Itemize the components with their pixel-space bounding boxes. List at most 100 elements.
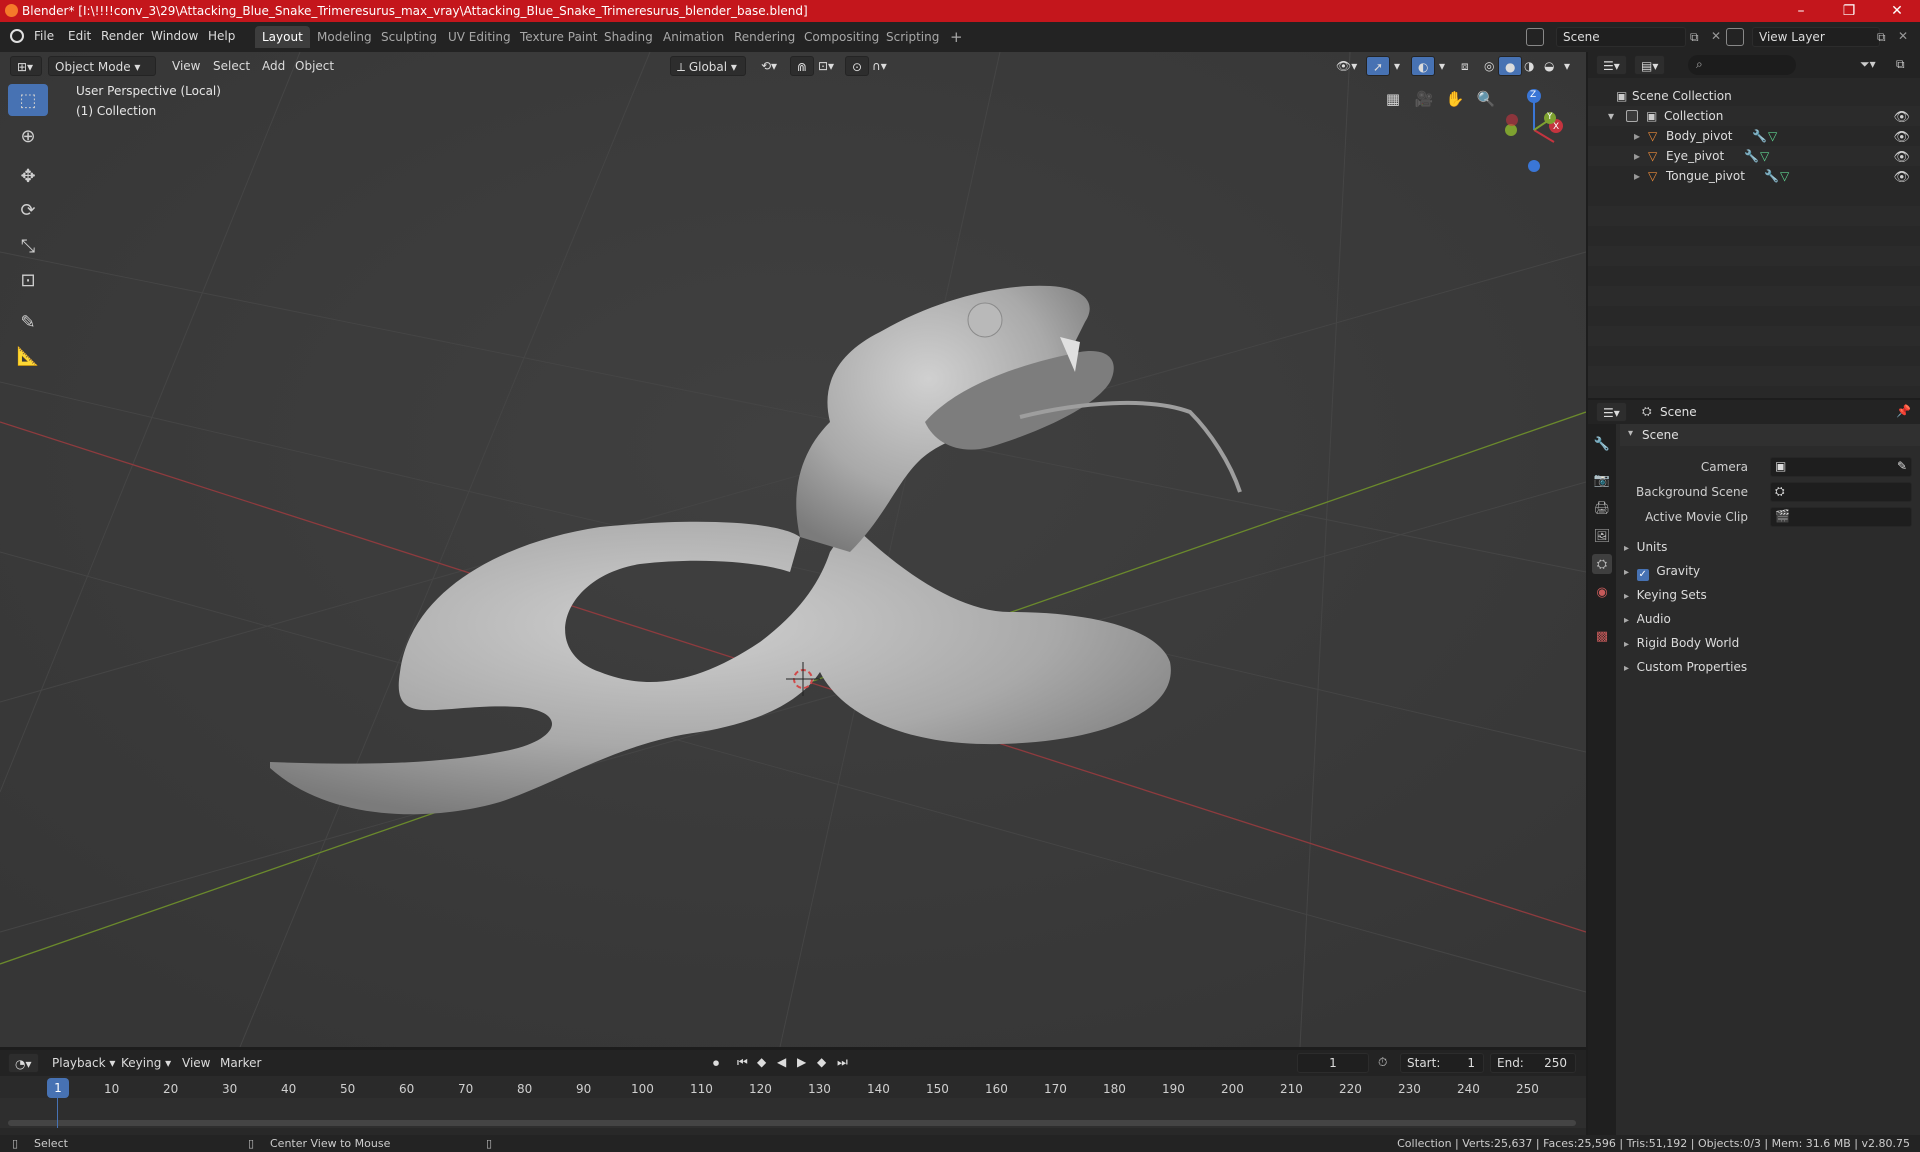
menu-marker[interactable]: Marker — [214, 1053, 267, 1073]
menu-view[interactable]: View — [166, 56, 206, 76]
menu-window[interactable]: Window — [151, 29, 198, 43]
menu-render[interactable]: Render — [101, 29, 144, 43]
tool-tab-icon[interactable]: 🔧 — [1592, 434, 1612, 454]
measure-tool-icon[interactable]: 📐 — [8, 340, 48, 372]
menu-object[interactable]: Object — [289, 56, 340, 76]
move-tool-icon[interactable]: ✥ — [8, 160, 48, 192]
zoom-icon[interactable]: 🔍 — [1473, 86, 1499, 112]
tab-sculpting[interactable]: Sculpting — [374, 26, 444, 48]
falloff-icon[interactable]: ∩▾ — [866, 56, 893, 76]
menu-file[interactable]: File — [34, 29, 54, 43]
tab-compositing[interactable]: Compositing — [797, 26, 886, 48]
view-layer-name-field[interactable]: View Layer — [1752, 27, 1880, 47]
scene-tab-icon[interactable]: ⛭ — [1592, 554, 1612, 574]
tab-modeling[interactable]: Modeling — [310, 26, 379, 48]
outliner-row-object[interactable]: ▸ ▽ Body_pivot 🔧 ▽ 👁 — [1588, 126, 1920, 146]
mode-selector[interactable]: Object Mode ▾ — [48, 56, 156, 76]
outliner-row-scene-collection[interactable]: ▣ Scene Collection — [1588, 86, 1920, 106]
filter-icon[interactable]: ⏷▾ — [1860, 57, 1876, 72]
menu-keying[interactable]: Keying ▾ — [115, 1053, 177, 1073]
close-button[interactable]: ✕ — [1874, 0, 1920, 22]
prev-keyframe-icon[interactable]: ◆ — [757, 1055, 766, 1069]
outliner-row-collection[interactable]: ▾ ▣ Collection 👁 — [1588, 106, 1920, 126]
outliner-editor-type-icon[interactable]: ☰▾ — [1596, 55, 1627, 75]
view-layer-tab-icon[interactable]: 🖼 — [1592, 526, 1612, 546]
camera-view-icon[interactable]: 🎥 — [1411, 86, 1437, 112]
new-collection-icon[interactable]: ⧉ — [1896, 57, 1905, 72]
scale-tool-icon[interactable]: ⤡ — [8, 230, 48, 262]
start-frame-field[interactable]: Start: 1 — [1400, 1053, 1484, 1073]
eyedropper-icon[interactable]: ✎ — [1897, 459, 1907, 473]
display-mode-icon[interactable]: ▤▾ — [1634, 55, 1666, 75]
transform-tool-icon[interactable]: ⊡ — [8, 264, 48, 296]
section-keying-sets[interactable]: ▸ Keying Sets — [1624, 588, 1707, 602]
pan-hand-icon[interactable]: ✋ — [1442, 86, 1468, 112]
tab-layout[interactable]: Layout — [255, 26, 310, 48]
shading-dropdown-icon[interactable]: ▾ — [1558, 56, 1576, 76]
3d-viewport[interactable]: User Perspective (Local) (1) Collection … — [0, 52, 1586, 1047]
section-audio[interactable]: ▸ Audio — [1624, 612, 1671, 626]
overlay-dropdown-icon[interactable]: ▾ — [1433, 56, 1451, 76]
snap-target-icon[interactable]: ⊡▾ — [812, 56, 840, 76]
expand-object-icon[interactable]: ▸ — [1634, 126, 1640, 146]
next-keyframe-icon[interactable]: ◆ — [817, 1055, 826, 1069]
delete-scene-icon[interactable]: ✕ — [1711, 29, 1721, 43]
render-tab-icon[interactable]: 📷 — [1592, 470, 1612, 490]
delete-view-layer-icon[interactable]: ✕ — [1898, 29, 1908, 43]
camera-field[interactable]: ▣ ✎ — [1770, 457, 1912, 477]
world-tab-icon[interactable]: ◉ — [1592, 582, 1612, 602]
outliner-row-object[interactable]: ▸ ▽ Eye_pivot 🔧 ▽ 👁 — [1588, 146, 1920, 166]
visibility-icon[interactable]: 👁▾ — [1330, 56, 1363, 76]
menu-playback[interactable]: Playback ▾ — [46, 1053, 121, 1073]
rotate-tool-icon[interactable]: ⟳ — [8, 194, 48, 226]
object-visibility-eye-icon[interactable]: 👁 — [1893, 148, 1910, 168]
blender-menu-icon[interactable] — [10, 29, 24, 43]
scene-panel-header[interactable]: ▾ Scene — [1620, 424, 1920, 446]
menu-edit[interactable]: Edit — [68, 29, 91, 43]
transform-orientation-dropdown[interactable]: ⟂ Global ▾ — [670, 56, 746, 76]
cursor-tool-icon[interactable]: ⊕ — [8, 120, 48, 152]
tab-texture-paint[interactable]: Texture Paint — [513, 26, 604, 48]
play-icon[interactable]: ▶ — [797, 1055, 806, 1069]
properties-editor-type-icon[interactable]: ☰▾ — [1596, 402, 1627, 422]
background-scene-field[interactable]: ⛭ — [1770, 482, 1912, 502]
snap-toggle-icon[interactable]: ⋒ — [790, 56, 815, 76]
gizmo-toggle-icon[interactable]: ➚ — [1366, 56, 1391, 76]
scene-browse-icon[interactable] — [1526, 28, 1544, 46]
outliner-row-object[interactable]: ▸ ▽ Tongue_pivot 🔧 ▽ 👁 — [1588, 166, 1920, 186]
record-button-icon[interactable]: ⏺ — [713, 1056, 719, 1071]
view-layer-browse-icon[interactable] — [1726, 28, 1744, 46]
play-reverse-icon[interactable]: ◀ — [777, 1055, 786, 1069]
pin-icon[interactable]: 📌 — [1896, 404, 1911, 418]
jump-start-icon[interactable]: ⏮ — [737, 1055, 748, 1070]
tab-shading[interactable]: Shading — [597, 26, 660, 48]
menu-help[interactable]: Help — [208, 29, 235, 43]
timeline-scrollbar[interactable] — [8, 1120, 1576, 1126]
maximize-button[interactable]: ❐ — [1826, 0, 1872, 22]
texture-tab-icon[interactable]: ▩ — [1592, 626, 1612, 646]
gizmo-dropdown-icon[interactable]: ▾ — [1388, 56, 1406, 76]
active-movie-clip-field[interactable]: 🎬 — [1770, 507, 1912, 527]
navigation-gizmo[interactable] — [1500, 82, 1586, 192]
minimize-button[interactable]: – — [1778, 0, 1824, 22]
object-visibility-eye-icon[interactable]: 👁 — [1893, 128, 1910, 148]
add-workspace-button[interactable]: + — [943, 26, 970, 48]
section-custom-properties[interactable]: ▸ Custom Properties — [1624, 660, 1747, 674]
new-view-layer-icon[interactable]: ⧉ — [1877, 30, 1886, 45]
expand-collection-icon[interactable]: ▾ — [1608, 106, 1614, 126]
tab-uv-editing[interactable]: UV Editing — [441, 26, 518, 48]
outliner-search-input[interactable]: ⌕ — [1688, 55, 1796, 75]
expand-object-icon[interactable]: ▸ — [1634, 146, 1640, 166]
preview-range-icon[interactable]: ⏱ — [1378, 1055, 1387, 1070]
menu-add[interactable]: Add — [256, 56, 291, 76]
select-box-tool-icon[interactable]: ⬚ — [8, 84, 48, 116]
tab-animation[interactable]: Animation — [656, 26, 731, 48]
output-tab-icon[interactable]: 🖨 — [1592, 498, 1612, 518]
menu-timeline-view[interactable]: View — [176, 1053, 216, 1073]
end-frame-field[interactable]: End: 250 — [1490, 1053, 1576, 1073]
expand-object-icon[interactable]: ▸ — [1634, 166, 1640, 186]
timeline-editor-type-icon[interactable]: ◔▾ — [8, 1053, 39, 1073]
pivot-point-icon[interactable]: ⟲▾ — [755, 56, 783, 76]
new-scene-icon[interactable]: ⧉ — [1690, 30, 1699, 45]
playhead-frame-badge[interactable]: 1 — [47, 1078, 69, 1098]
